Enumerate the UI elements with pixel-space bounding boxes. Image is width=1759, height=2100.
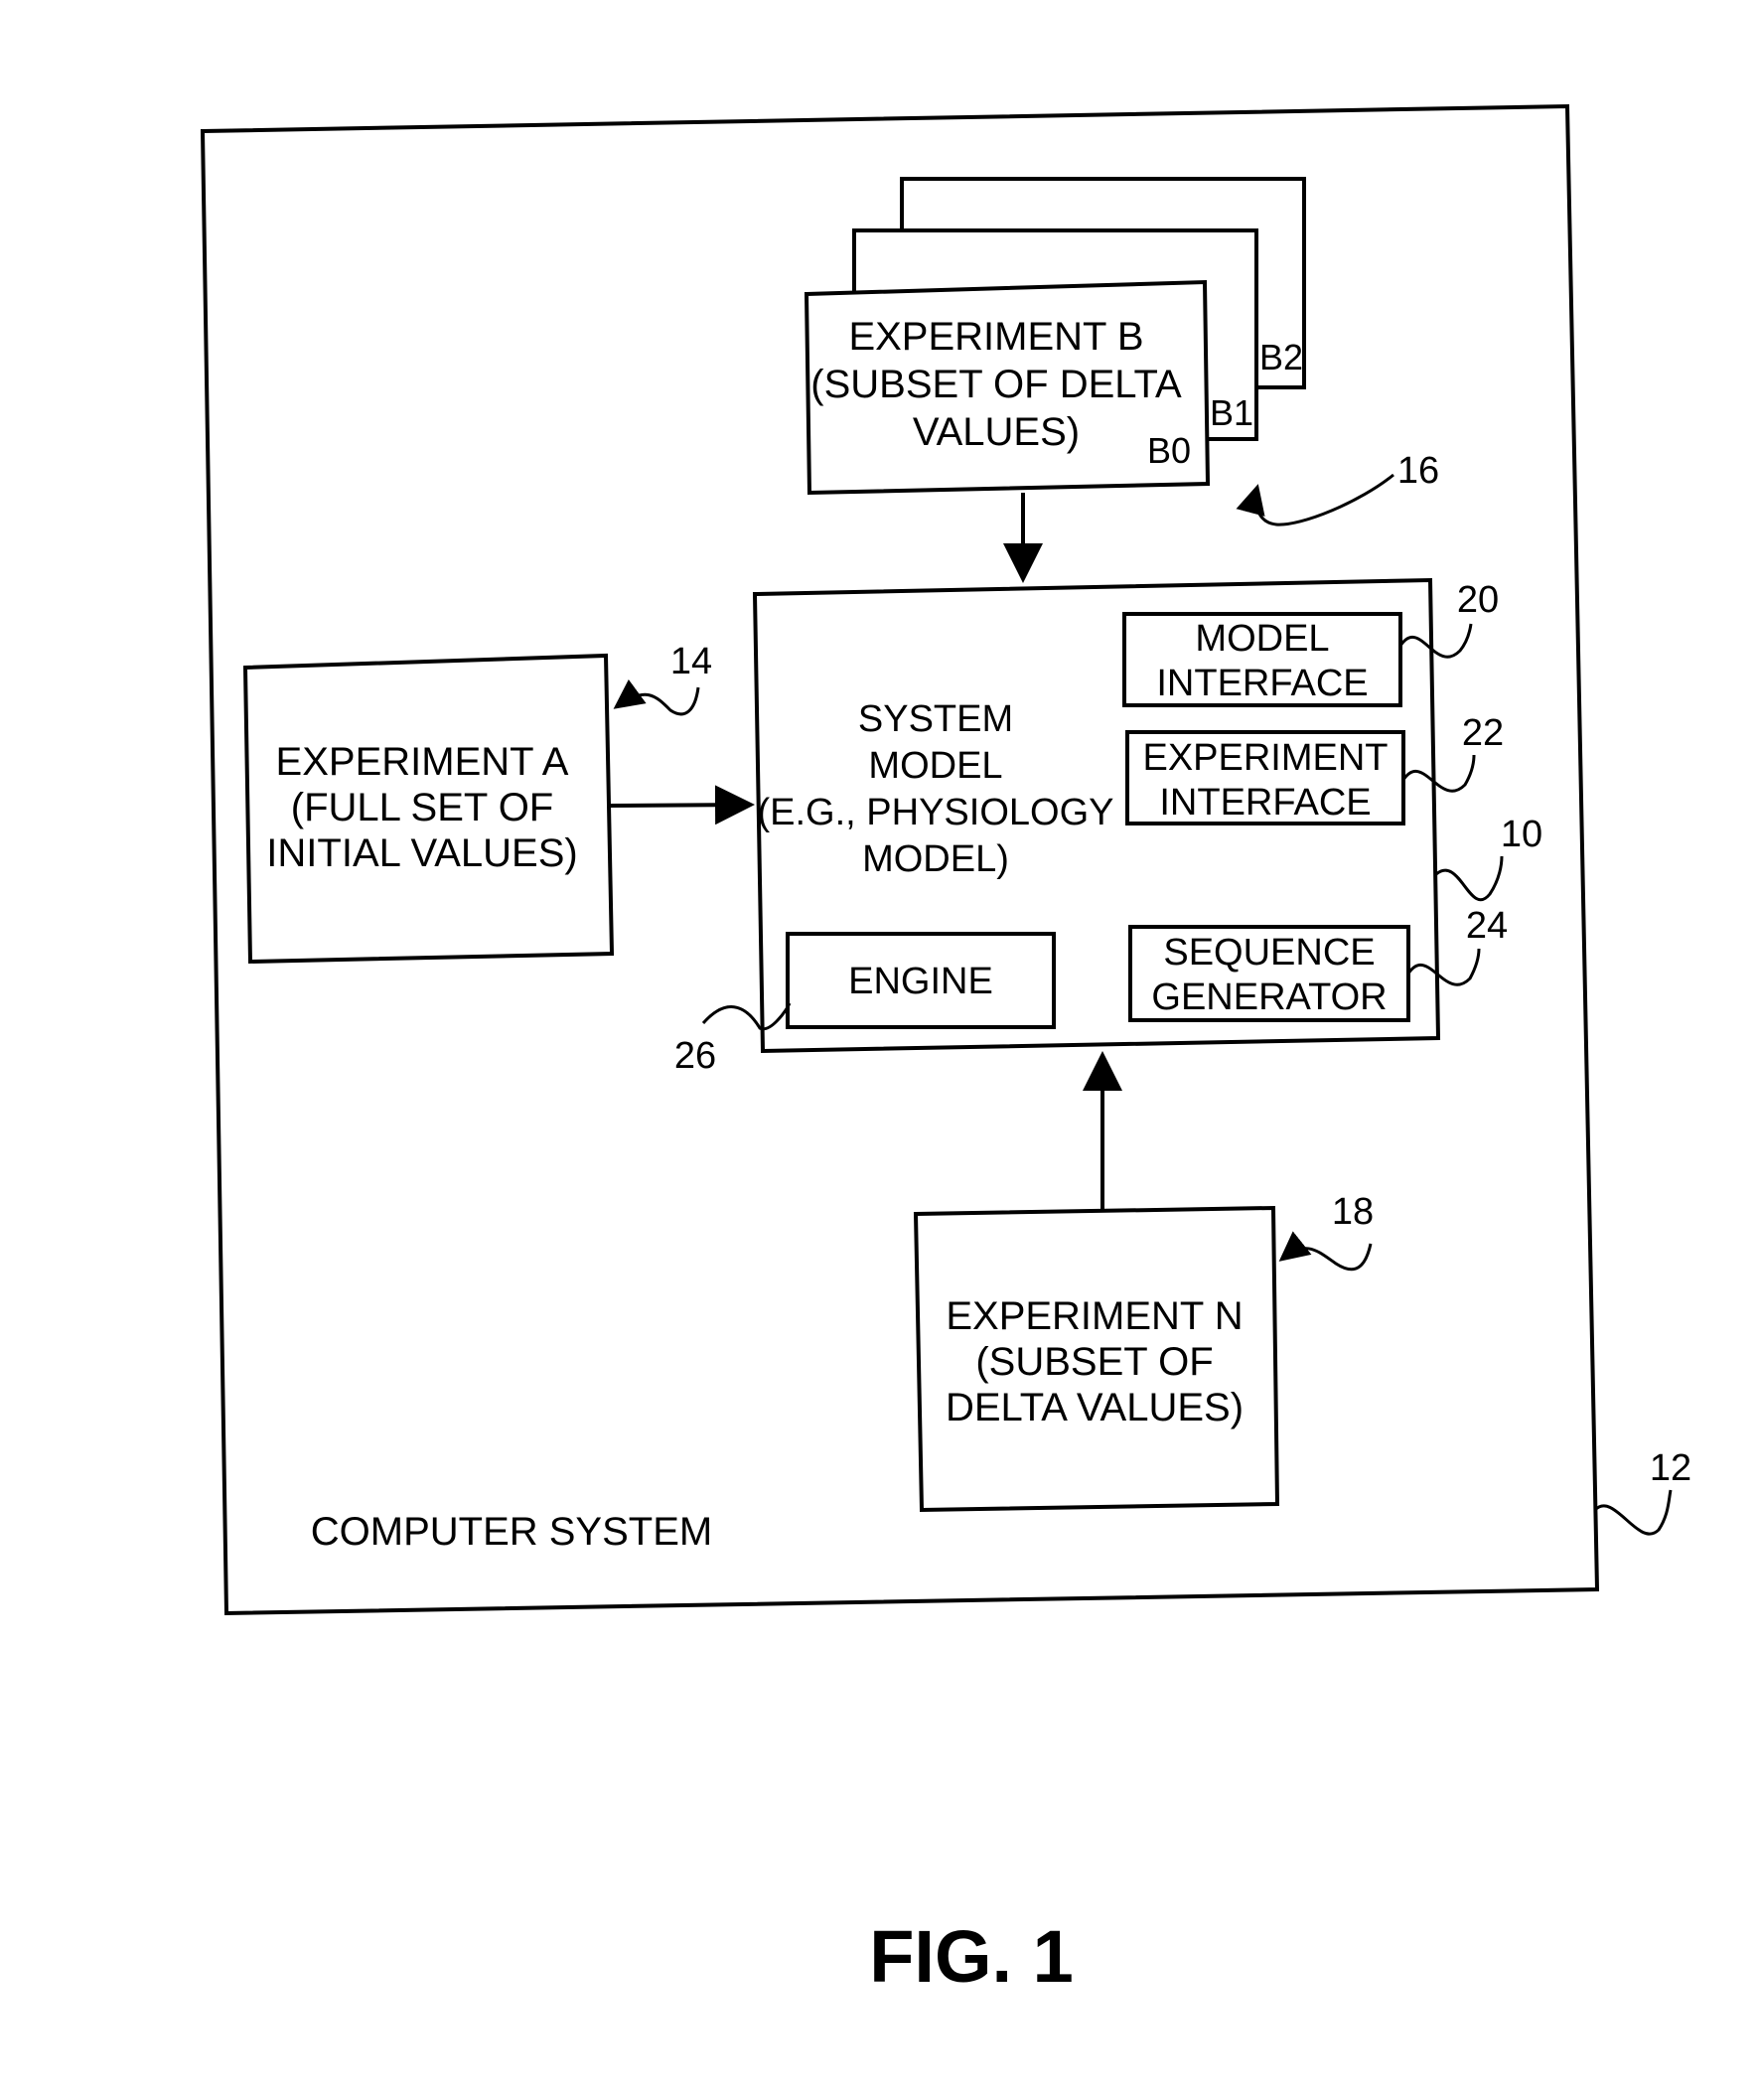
ref-16: 16 bbox=[1236, 450, 1439, 526]
engine-box: ENGINE bbox=[786, 932, 1056, 1029]
sequence-generator-line-2: GENERATOR bbox=[1151, 976, 1387, 1018]
engine-label: ENGINE bbox=[848, 961, 993, 1002]
ref-numeral-10: 10 bbox=[1501, 814, 1542, 855]
tag-b1: B1 bbox=[1210, 392, 1253, 433]
system-model-line-4: MODEL) bbox=[862, 838, 1009, 880]
experiment-b-line-2: (SUBSET OF DELTA bbox=[810, 363, 1182, 406]
experiment-n-line-1: EXPERIMENT N bbox=[946, 1294, 1243, 1338]
sequence-generator-line-1: SEQUENCE bbox=[1163, 932, 1375, 974]
experiment-a-box: EXPERIMENT A (FULL SET OF INITIAL VALUES… bbox=[242, 653, 615, 965]
sequence-generator-box: SEQUENCE GENERATOR bbox=[1128, 925, 1410, 1022]
ref-numeral-24: 24 bbox=[1466, 905, 1508, 947]
model-interface-box: MODEL INTERFACE bbox=[1122, 612, 1402, 707]
figure-1-diagram: COMPUTER SYSTEM 12 B2 B1 B0 EXPERIMENT B… bbox=[200, 103, 1691, 1998]
experiment-b-stack: B2 B1 B0 EXPERIMENT B (SUBSET OF DELTA V… bbox=[804, 177, 1306, 496]
ref-numeral-12: 12 bbox=[1650, 1447, 1691, 1489]
tag-b0: B0 bbox=[1147, 430, 1191, 471]
ref-numeral-22: 22 bbox=[1462, 712, 1504, 754]
experiment-interface-line-2: INTERFACE bbox=[1159, 782, 1371, 824]
ref-18: 18 bbox=[1278, 1191, 1374, 1272]
experiment-a-line-3: INITIAL VALUES) bbox=[266, 831, 577, 875]
experiment-n-box: EXPERIMENT N (SUBSET OF DELTA VALUES) bbox=[913, 1205, 1280, 1513]
ref-numeral-14: 14 bbox=[670, 641, 712, 682]
system-model-line-3: (E.G., PHYSIOLOGY bbox=[758, 792, 1114, 833]
experiment-interface-box: EXPERIMENT INTERFACE bbox=[1125, 730, 1405, 825]
system-model-line-1: SYSTEM bbox=[858, 698, 1013, 740]
ref-12: 12 bbox=[1593, 1447, 1691, 1536]
model-interface-line-1: MODEL bbox=[1195, 618, 1329, 660]
ref-numeral-16: 16 bbox=[1397, 450, 1439, 492]
ref-10: 10 bbox=[1435, 814, 1542, 902]
experiment-b-line-1: EXPERIMENT B bbox=[848, 315, 1143, 359]
arrow-a-to-model bbox=[609, 785, 755, 825]
experiment-interface-line-1: EXPERIMENT bbox=[1142, 737, 1388, 779]
experiment-a-line-1: EXPERIMENT A bbox=[276, 740, 569, 784]
experiment-n-line-2: (SUBSET OF bbox=[975, 1340, 1213, 1384]
ref-numeral-20: 20 bbox=[1457, 579, 1499, 621]
ref-numeral-26: 26 bbox=[674, 1035, 716, 1077]
experiment-a-line-2: (FULL SET OF bbox=[291, 786, 554, 829]
computer-system-label: COMPUTER SYSTEM bbox=[311, 1510, 712, 1554]
figure-caption: FIG. 1 bbox=[869, 1915, 1074, 1998]
tag-b2: B2 bbox=[1259, 337, 1303, 377]
model-interface-line-2: INTERFACE bbox=[1156, 663, 1368, 704]
experiment-b-line-3: VALUES) bbox=[913, 410, 1080, 454]
ref-14: 14 bbox=[613, 641, 712, 716]
system-model-line-2: MODEL bbox=[868, 745, 1002, 787]
experiment-n-line-3: DELTA VALUES) bbox=[946, 1386, 1244, 1429]
ref-numeral-18: 18 bbox=[1332, 1191, 1374, 1233]
